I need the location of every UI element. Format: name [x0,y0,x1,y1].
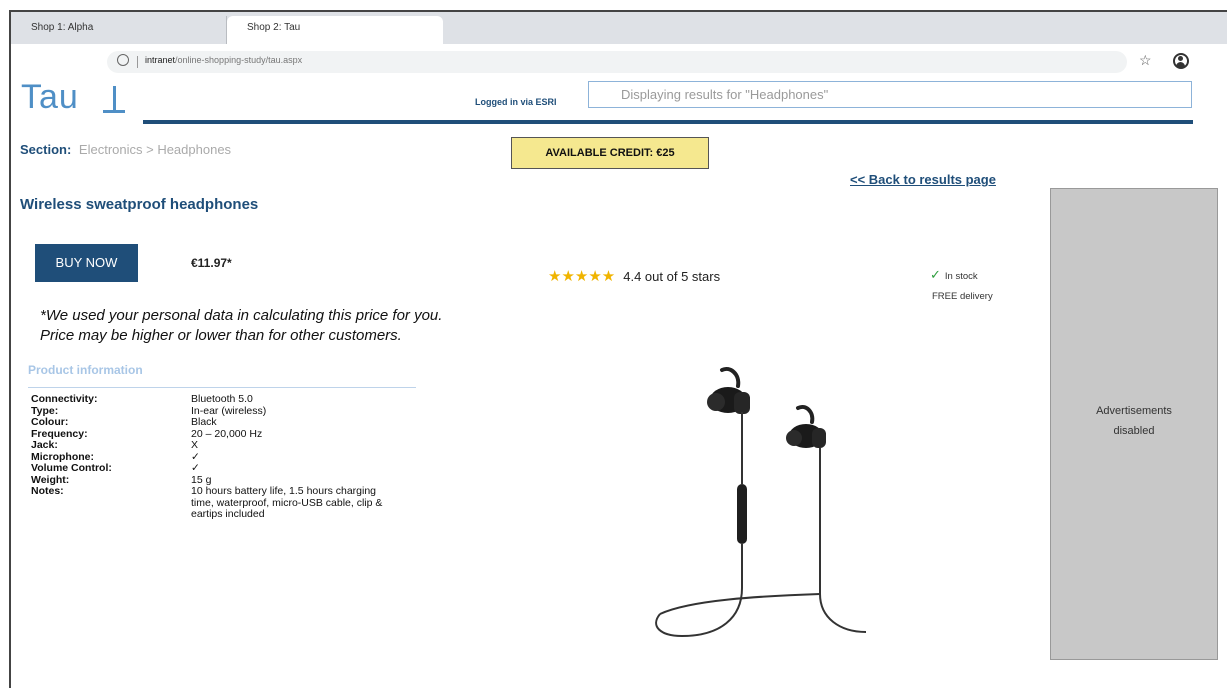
product-info-divider [28,387,416,388]
address-separator [137,56,138,68]
spec-value: Bluetooth 5.0 [191,393,253,405]
address-url[interactable]: intranet/online-shopping-study/tau.aspx [145,55,302,65]
spec-value: ✓ [191,450,200,463]
spec-key: Notes: [31,485,64,497]
url-host: intranet [145,55,176,65]
spec-row: Volume Control: ✓ [31,462,391,475]
stock-text: In stock [944,271,978,282]
browser-window: Shop 1: Alpha Shop 2: Tau intranet/onlin… [9,10,1227,688]
stock-status: ✓ In stock [930,267,978,283]
spec-value: 10 hours battery life, 1.5 hours chargin… [191,485,383,520]
product-info-heading: Product information [28,363,143,377]
search-display[interactable]: Displaying results for "Headphones" [588,81,1192,108]
available-credit-badge: AVAILABLE CREDIT: €25 [511,137,709,169]
tab-shop-tau[interactable]: Shop 2: Tau [227,16,443,44]
section-label: Section: [20,142,72,157]
back-to-results-link[interactable]: << Back to results page [850,172,996,187]
breadcrumb: Section: Electronics > Headphones [20,142,231,157]
url-path: /online-shopping-study/tau.aspx [175,55,303,65]
address-row: intranet/online-shopping-study/tau.aspx … [11,44,1227,76]
headphones-product-image [655,367,867,638]
spec-key: Volume Control: [31,462,112,474]
spec-key: Jack: [31,439,58,451]
star-icon[interactable]: ☆ [1139,52,1152,69]
product-rating: ★★★★★ 4.4 out of 5 stars [548,267,720,285]
product-title: Wireless sweatproof headphones [20,196,259,213]
info-icon[interactable] [117,54,129,66]
spec-value: 20 – 20,000 Hz [191,427,263,440]
spec-value: X [191,439,199,451]
rating-text: 4.4 out of 5 stars [623,269,721,284]
disclaimer-line-1: *We used your personal data in calculati… [40,307,443,324]
spec-row: Frequency: 20 – 20,000 Hz [31,427,391,441]
spec-row: Notes: 10 hours battery life, 1.5 hours c… [31,485,391,521]
disclaimer-line-2: Price may be higher or lower than for ot… [40,327,402,344]
site-logo[interactable]: Tau [21,78,79,117]
advertisement-panel: Advertisements disabled [1050,188,1218,660]
rating-stars-icon: ★★★★★ [548,268,616,285]
price-disclaimer: *We used your personal data in calculati… [40,306,540,346]
address-bar[interactable]: intranet/online-shopping-study/tau.aspx [107,51,1127,73]
delivery-info: FREE delivery [932,291,993,302]
spec-table: Connectivity: Bluetooth 5.0 Type: In-ear (… [31,393,391,521]
product-price: €11.97* [191,256,232,270]
login-status: Logged in via ESRI [475,97,557,107]
spec-row: Connectivity: Bluetooth 5.0 [31,393,391,406]
logo-mark-icon [103,86,125,114]
spec-value: ✓ [191,462,200,474]
spec-row: Jack: X [31,439,391,452]
spec-key: Colour: [31,416,69,428]
account-icon[interactable] [1173,53,1189,69]
spec-value: In-ear (wireless) [191,404,267,417]
header-divider [143,120,1193,124]
spec-row: Colour: Black [31,416,391,429]
checkmark-icon: ✓ [930,267,941,282]
buy-now-button[interactable]: BUY NOW [35,244,138,282]
ads-disabled-text: Advertisements disabled [1096,405,1172,437]
tab-shop-alpha[interactable]: Shop 1: Alpha [17,16,227,44]
spec-value: Black [191,416,217,428]
tab-strip: Shop 1: Alpha Shop 2: Tau [11,12,1227,44]
spec-key: Connectivity: [31,393,98,405]
breadcrumb-path[interactable]: Electronics > Headphones [79,142,231,157]
